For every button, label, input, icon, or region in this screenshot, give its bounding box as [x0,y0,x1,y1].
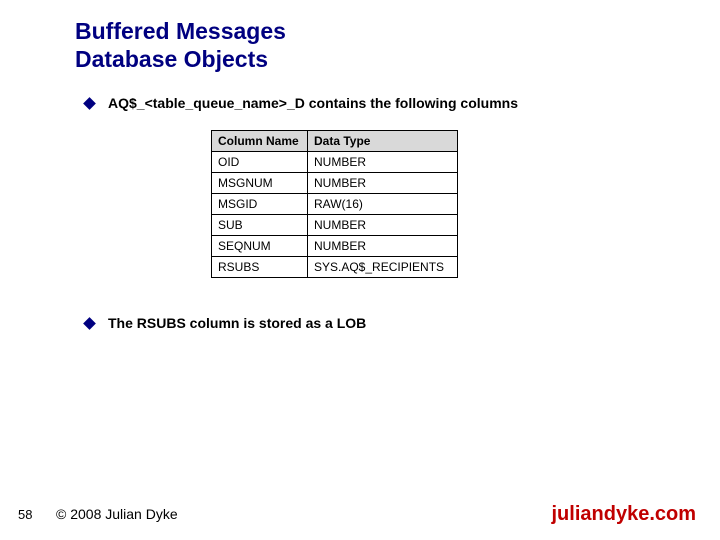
table-row: RSUBS SYS.AQ$_RECIPIENTS [212,257,458,278]
table-row: MSGNUM NUMBER [212,173,458,194]
cell-col-name: MSGID [212,194,308,215]
cell-col-type: RAW(16) [308,194,458,215]
cell-col-type: NUMBER [308,215,458,236]
cell-col-name: RSUBS [212,257,308,278]
bullet-2-text: The RSUBS column is stored as a LOB [108,315,366,331]
table-header-row: Column Name Data Type [212,131,458,152]
cell-col-type: NUMBER [308,236,458,257]
title-line-2: Database Objects [75,46,286,74]
table-row: OID NUMBER [212,152,458,173]
table-row: MSGID RAW(16) [212,194,458,215]
cell-col-name: MSGNUM [212,173,308,194]
diamond-bullet-icon [83,317,96,330]
slide-number: 58 [18,507,48,522]
bullet-1-text: AQ$_<table_queue_name>_D contains the fo… [108,95,518,111]
col-header-type: Data Type [308,131,458,152]
table-row: SEQNUM NUMBER [212,236,458,257]
cell-col-type: SYS.AQ$_RECIPIENTS [308,257,458,278]
diamond-bullet-icon [83,97,96,110]
columns-table: Column Name Data Type OID NUMBER MSGNUM … [211,130,458,278]
cell-col-name: SEQNUM [212,236,308,257]
slide-title: Buffered Messages Database Objects [75,18,286,73]
col-header-name: Column Name [212,131,308,152]
cell-col-type: NUMBER [308,173,458,194]
title-line-1: Buffered Messages [75,18,286,46]
bullet-1: AQ$_<table_queue_name>_D contains the fo… [85,95,518,111]
cell-col-name: OID [212,152,308,173]
cell-col-type: NUMBER [308,152,458,173]
cell-col-name: SUB [212,215,308,236]
site-url: juliandyke.com [552,503,697,526]
copyright-text: © 2008 Julian Dyke [56,506,178,522]
table-row: SUB NUMBER [212,215,458,236]
bullet-2: The RSUBS column is stored as a LOB [85,315,366,331]
